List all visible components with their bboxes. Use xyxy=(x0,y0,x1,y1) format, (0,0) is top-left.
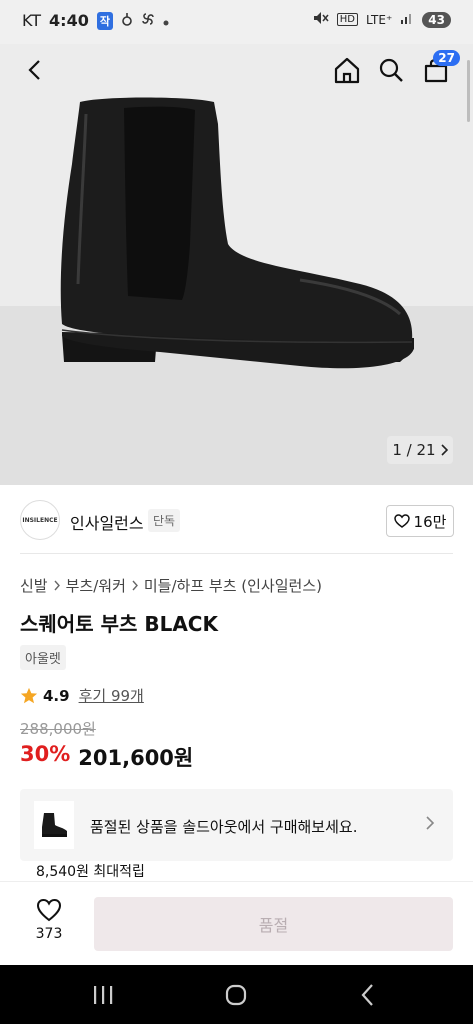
brand-row: INSILENCE 인사일런스 단독 16만 xyxy=(0,485,473,553)
brand-logo-text: INSILENCE xyxy=(22,516,58,524)
purchase-button-label: 품절 xyxy=(258,916,289,935)
reviews-link[interactable]: 후기 99개 xyxy=(79,685,144,706)
brand-logo[interactable]: INSILENCE xyxy=(20,500,60,540)
home-nav-button[interactable] xyxy=(221,981,251,1009)
breadcrumb: 신발 부츠/워커 미들/하프 부츠 (인사일런스) xyxy=(20,575,322,596)
chevron-right-icon xyxy=(132,580,138,591)
wishlist-count: 373 xyxy=(35,926,63,942)
outlet-badge: 아울렛 xyxy=(20,645,66,670)
soldout-thumbnail xyxy=(34,801,74,849)
status-right: HD LTE⁺ 43 xyxy=(313,11,451,28)
breadcrumb-item[interactable]: 부츠/워커 xyxy=(66,575,126,596)
star-icon xyxy=(20,687,38,703)
recent-apps-button[interactable] xyxy=(88,982,118,1008)
back-nav-button[interactable] xyxy=(355,981,381,1009)
brand-like-button[interactable]: 16만 xyxy=(386,505,454,537)
rating-row: 4.9 후기 99개 xyxy=(20,685,144,706)
signal-icon xyxy=(400,12,414,27)
soldout-banner[interactable]: 품절된 상품을 솔드아웃에서 구매해보세요. xyxy=(20,789,453,861)
sale-price: 201,600원 xyxy=(78,746,194,770)
soldout-purchase-button[interactable]: 품절 xyxy=(94,897,453,951)
network-type: LTE⁺ xyxy=(366,12,393,27)
points-info: 8,540원 최대적립 xyxy=(36,864,145,880)
status-bar: KT 4:40 작 HD LTE⁺ 43 xyxy=(0,0,473,44)
back-arrow-icon xyxy=(361,984,373,1006)
discount-rate: 30% xyxy=(20,742,71,766)
system-navigation-bar xyxy=(0,965,473,1024)
scrollbar[interactable] xyxy=(467,60,470,122)
product-title: 스퀘어토 부츠 BLACK xyxy=(20,612,218,636)
chevron-right-icon xyxy=(426,816,435,830)
status-left: KT 4:40 작 xyxy=(22,11,169,30)
soldout-message: 품절된 상품을 솔드아웃에서 구매해보세요. xyxy=(90,818,358,836)
heart-icon xyxy=(36,898,62,922)
brand-like-count: 16만 xyxy=(413,512,447,531)
notification-icon xyxy=(121,11,133,30)
app-badge: 작 xyxy=(96,11,113,30)
cart-button[interactable]: 27 xyxy=(418,50,460,88)
heart-icon xyxy=(393,514,410,528)
battery-indicator: 43 xyxy=(422,11,451,28)
wishlist-button[interactable]: 373 xyxy=(26,898,72,942)
mute-icon xyxy=(313,11,329,28)
image-counter-label: 1 / 21 xyxy=(392,441,436,459)
brand-name[interactable]: 인사일런스 xyxy=(70,510,144,534)
original-price: 288,000원 xyxy=(20,720,96,738)
back-button[interactable] xyxy=(16,52,52,88)
exclusive-badge: 단독 xyxy=(148,509,181,532)
chevron-left-icon xyxy=(28,60,40,80)
rating-score: 4.9 xyxy=(43,686,70,705)
breadcrumb-item[interactable]: 미들/하프 부츠 (인사일런스) xyxy=(144,575,322,596)
pinwheel-icon xyxy=(141,11,155,30)
carrier-label: KT xyxy=(22,11,42,30)
recent-apps-icon xyxy=(94,986,113,1004)
bottom-purchase-bar: 373 품절 xyxy=(0,881,473,966)
home-icon xyxy=(334,57,360,84)
chevron-right-icon xyxy=(441,444,448,456)
dot-icon xyxy=(163,11,169,30)
chevron-right-icon xyxy=(54,580,60,591)
top-navigation: 27 xyxy=(0,44,473,96)
image-counter-button[interactable]: 1 / 21 xyxy=(387,436,453,464)
divider xyxy=(20,553,453,554)
breadcrumb-item[interactable]: 신발 xyxy=(20,575,48,596)
hd-icon: HD xyxy=(336,13,359,26)
home-circle-icon xyxy=(225,984,247,1006)
price-row: 30% 201,600원 xyxy=(20,742,193,772)
search-button[interactable] xyxy=(373,52,409,88)
boot-thumbnail-icon xyxy=(42,813,67,837)
cart-count-badge: 27 xyxy=(433,50,460,66)
product-image-gallery[interactable] xyxy=(0,44,473,485)
clock: 4:40 xyxy=(49,11,89,30)
product-boot-image xyxy=(60,97,414,369)
home-button[interactable] xyxy=(329,52,365,88)
search-icon xyxy=(379,58,403,82)
